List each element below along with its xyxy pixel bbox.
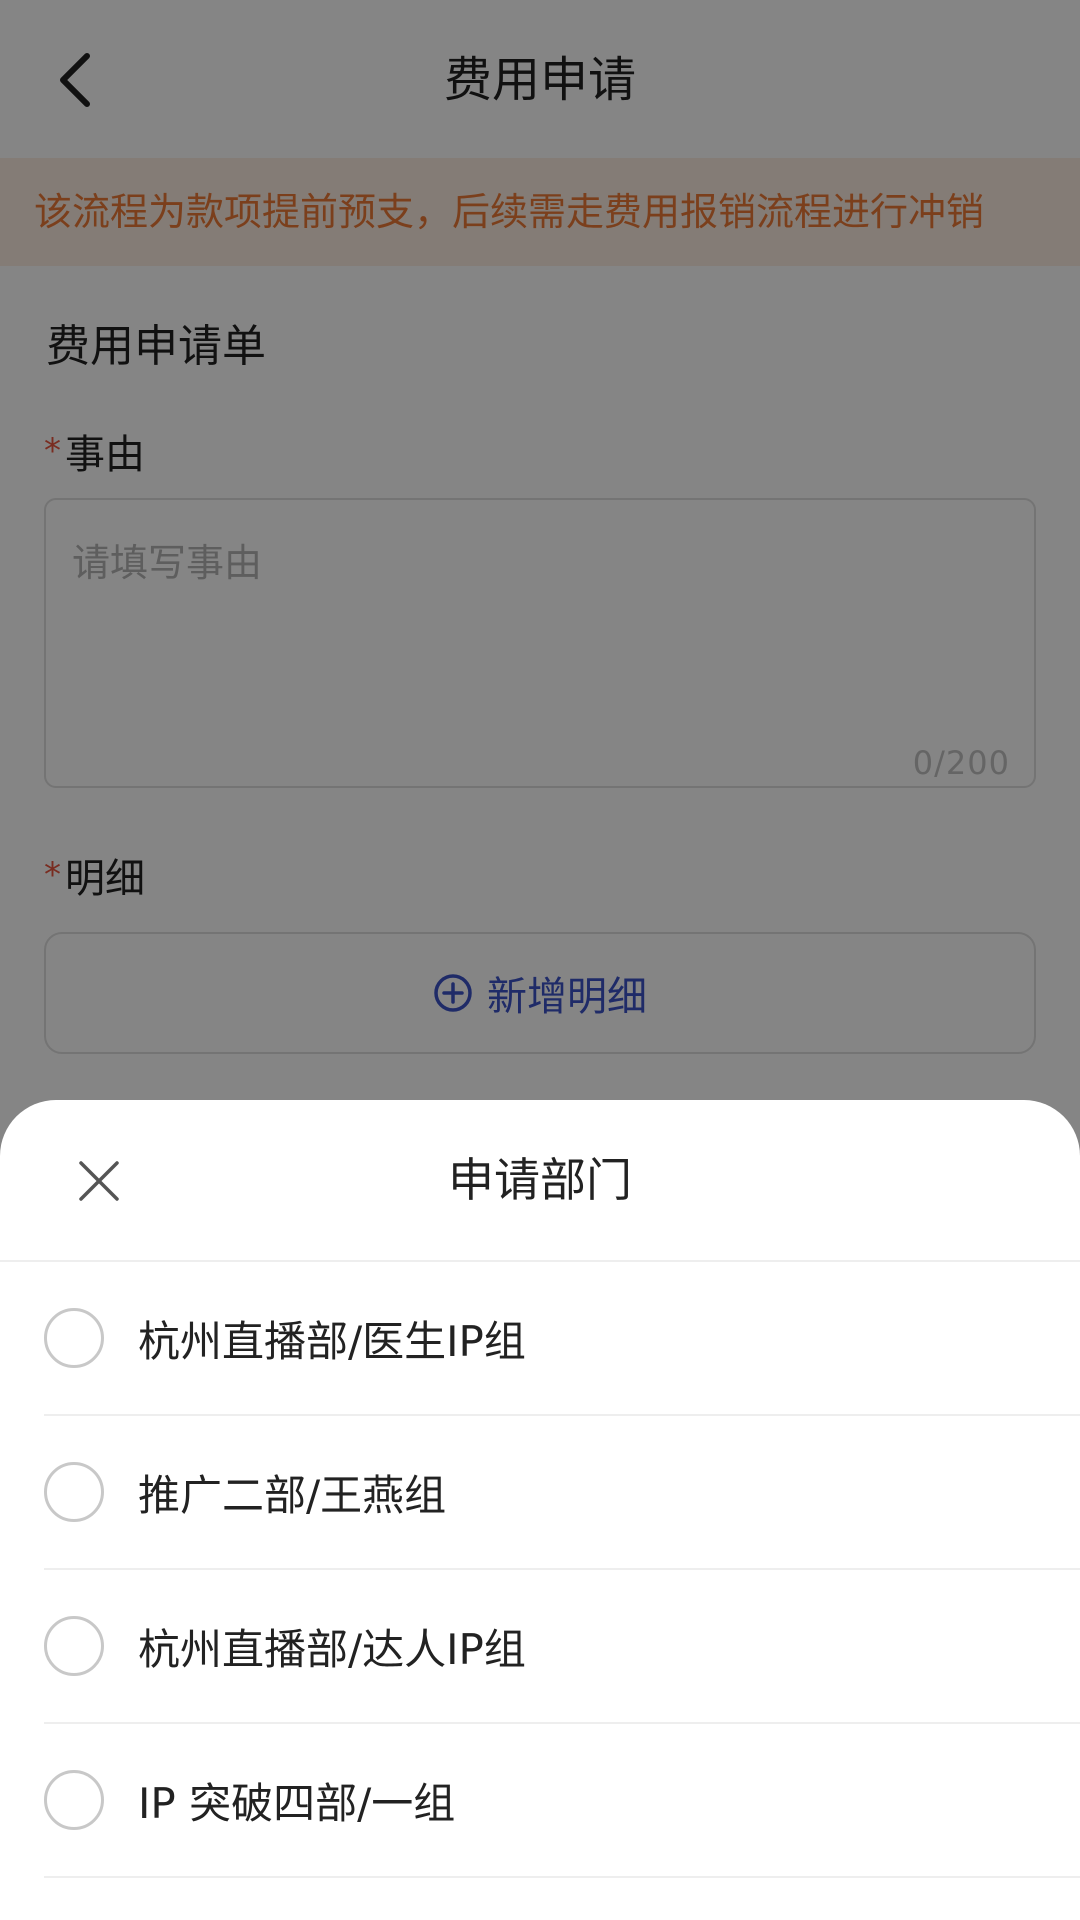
department-option-label: 杭州直播部/医生IP组 bbox=[138, 1316, 526, 1366]
department-picker-sheet: 申请部门 杭州直播部/医生IP组 推广二部/王燕组 杭州直播部/达人IP组 IP… bbox=[0, 1100, 1080, 1920]
department-option[interactable]: IP 突破四部/一组 bbox=[44, 1724, 1080, 1878]
department-option[interactable]: 推广二部/王燕组 bbox=[44, 1416, 1080, 1570]
radio-button[interactable] bbox=[44, 1616, 104, 1676]
radio-button[interactable] bbox=[44, 1462, 104, 1522]
expense-application-page: 费用申请 该流程为款项提前预支，后续需走费用报销流程进行冲销 费用申请单 * 事由… bbox=[0, 0, 1080, 1920]
sheet-title: 申请部门 bbox=[448, 1153, 632, 1207]
department-option-label: 推广二部/王燕组 bbox=[138, 1470, 447, 1520]
radio-button[interactable] bbox=[44, 1770, 104, 1830]
sheet-header: 申请部门 bbox=[0, 1100, 1080, 1262]
department-option-label: IP 突破四部/一组 bbox=[138, 1778, 456, 1828]
radio-button[interactable] bbox=[44, 1308, 104, 1368]
department-option-list: 杭州直播部/医生IP组 推广二部/王燕组 杭州直播部/达人IP组 IP 突破四部… bbox=[0, 1262, 1080, 1878]
department-option-label: 杭州直播部/达人IP组 bbox=[138, 1624, 526, 1674]
department-option[interactable]: 杭州直播部/达人IP组 bbox=[44, 1570, 1080, 1724]
department-option[interactable]: 杭州直播部/医生IP组 bbox=[44, 1262, 1080, 1416]
